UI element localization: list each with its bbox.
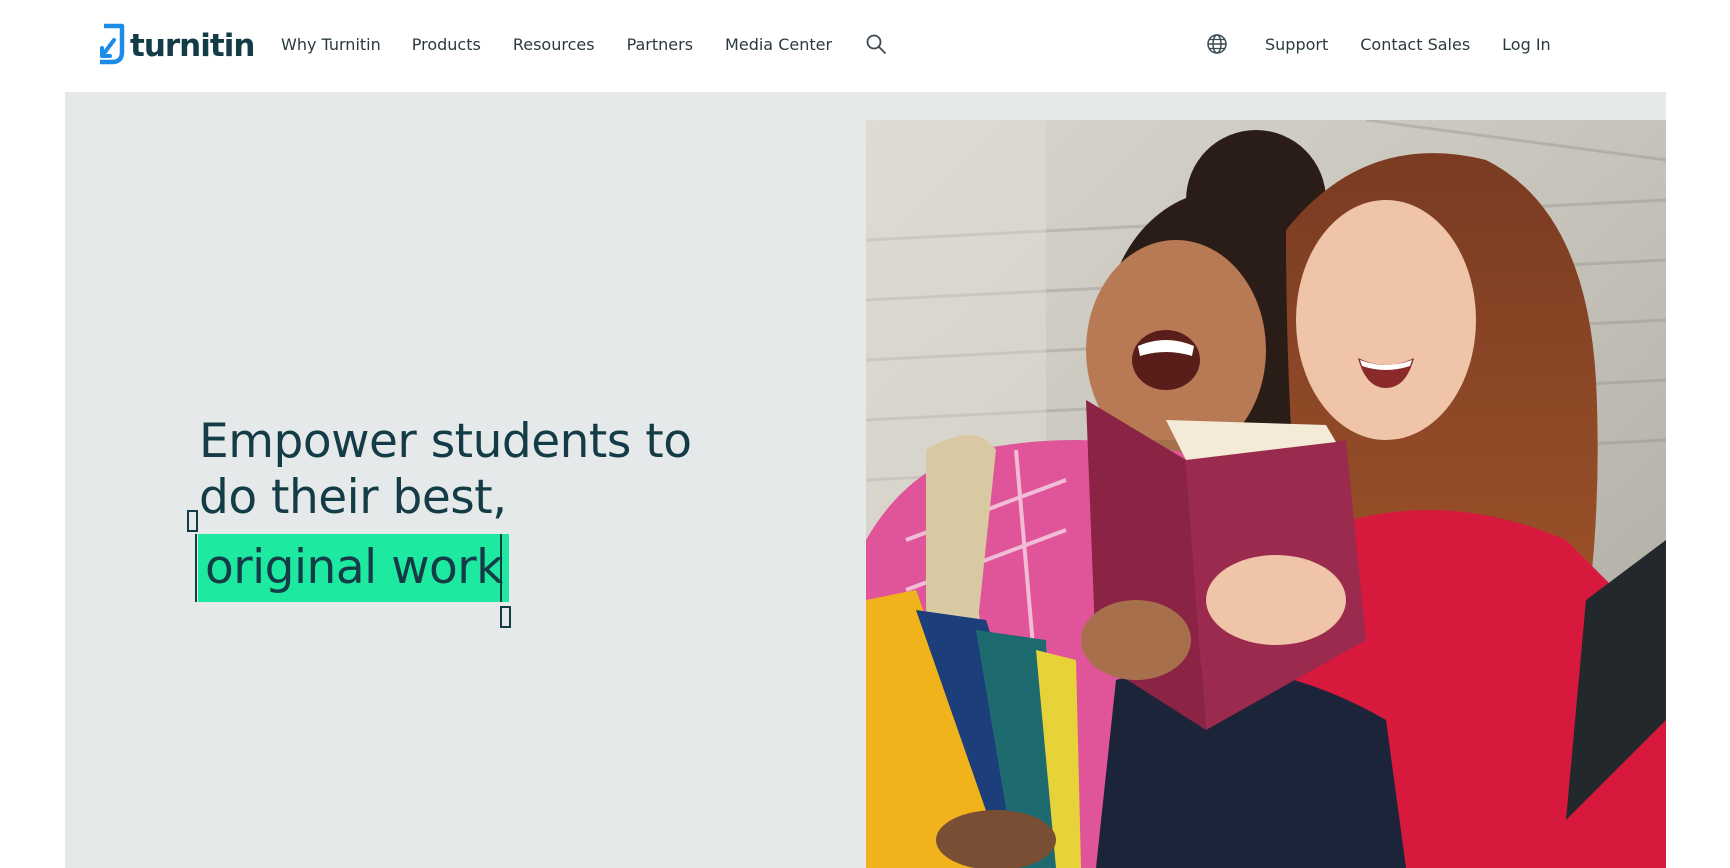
site-header: turnitin Why Turnitin Products Resources… xyxy=(0,0,1730,92)
hero-photo xyxy=(866,120,1666,868)
utility-nav: Support Contact Sales Log In xyxy=(1205,32,1551,56)
nav-support[interactable]: Support xyxy=(1265,35,1328,54)
nav-products[interactable]: Products xyxy=(412,35,481,54)
hero-headline: Empower students to do their best, xyxy=(199,414,759,526)
turnitin-logo[interactable]: turnitin xyxy=(96,22,255,68)
headline-line-1: Empower students to xyxy=(199,414,692,469)
selection-end-handle[interactable] xyxy=(500,606,511,628)
logo-wordmark: turnitin xyxy=(130,27,255,64)
nav-log-in[interactable]: Log In xyxy=(1502,35,1551,54)
nav-resources[interactable]: Resources xyxy=(513,35,595,54)
hero-section: Empower students to do their best, origi… xyxy=(65,92,1666,868)
nav-contact-sales[interactable]: Contact Sales xyxy=(1360,35,1470,54)
search-icon[interactable] xyxy=(864,32,888,56)
nav-media-center[interactable]: Media Center xyxy=(725,35,832,54)
headline-highlight-wrap: original work xyxy=(198,534,509,602)
nav-partners[interactable]: Partners xyxy=(627,35,693,54)
nav-why-turnitin[interactable]: Why Turnitin xyxy=(281,35,381,54)
headline-line-2: do their best, xyxy=(199,470,507,525)
globe-icon[interactable] xyxy=(1205,32,1229,56)
selection-start-handle[interactable] xyxy=(187,510,198,532)
turnitin-logo-mark-icon xyxy=(100,23,125,65)
selection-start-caret xyxy=(195,534,197,602)
selection-end-caret xyxy=(500,534,502,602)
primary-nav: Why Turnitin Products Resources Partners… xyxy=(281,32,888,56)
hero-photo-illustration xyxy=(866,120,1666,868)
headline-highlight-text[interactable]: original work xyxy=(198,534,509,602)
